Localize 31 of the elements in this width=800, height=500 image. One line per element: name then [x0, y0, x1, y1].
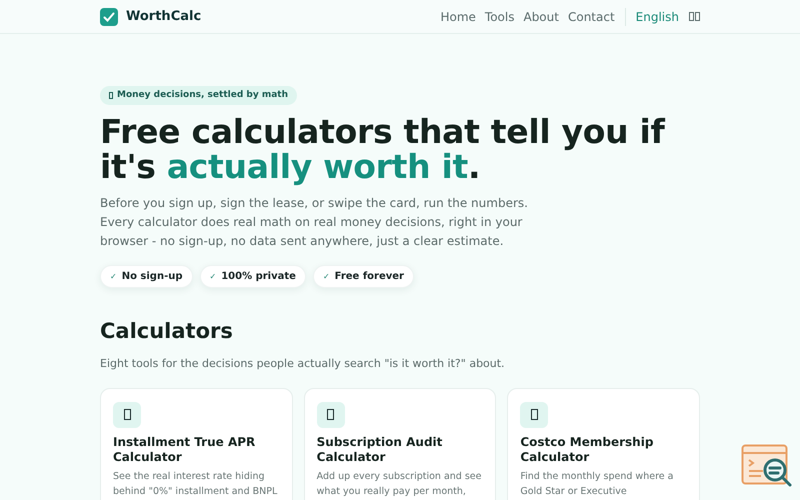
card-description: See the real interest rate hiding behind "0%" installment and BNPL — [113, 470, 278, 498]
card-title: Subscription Audit Calculator — [316, 434, 444, 464]
card-description: Find the monthly spend where a Gold Star or Executive — [520, 470, 674, 498]
emoji-icon — [109, 92, 113, 99]
nav-link[interactable]: Home — [440, 8, 476, 26]
emoji-icon — [530, 409, 538, 420]
calculator-card[interactable]: Installment True APR Calculator See the real interest rate hiding behind "0%" installment and BNPL — [100, 388, 293, 500]
check-mark: ✓ — [110, 270, 117, 282]
nav-link[interactable]: Tools — [484, 8, 514, 26]
checkmark-logo-icon — [100, 8, 118, 26]
nav-link[interactable]: Contact — [568, 8, 615, 26]
emoji-icon — [124, 409, 130, 420]
check-mark: ✓ — [322, 270, 330, 282]
card-title: Installment True APR Calculator — [113, 434, 256, 464]
brand-name[interactable]: WorthCalc — [126, 6, 202, 26]
calculator-card[interactable]: Subscription Audit Calculator Add up every subscription and see what you really pay per month, — [304, 388, 496, 500]
hero-intro: Before you sign up, sign the lease, or swipe the card, run the numbers. Every calculator does real math on real money decisions, right in your browser - no sign-up, no data sent anywhere, just a clear estimate. — [100, 195, 529, 250]
check-mark: ✓ — [210, 270, 216, 282]
feature-label: 100% private — [221, 270, 296, 284]
tagline-text: Money decisions, settled by math — [117, 88, 288, 102]
nav-link[interactable]: About — [523, 8, 559, 26]
section-heading: Calculators — [100, 318, 234, 344]
calculator-card[interactable]: Costco Membership Calculator Find the monthly spend where a Gold Star or Executive — [507, 388, 700, 500]
language-link[interactable]: English — [636, 8, 679, 26]
feature-label: Free forever — [334, 270, 404, 284]
hero-headline: Free calculators that tell you if it's actually worth it. — [100, 114, 666, 184]
section-subtitle: Eight tools for the decisions people actually search "is it worth it?" about. — [100, 356, 506, 372]
card-title: Costco Membership Calculator — [520, 434, 654, 464]
feature-label: No sign-up — [122, 270, 183, 284]
emoji-icon — [327, 409, 334, 420]
card-description: Add up every subscription and see what you really pay per month, — [316, 470, 482, 498]
